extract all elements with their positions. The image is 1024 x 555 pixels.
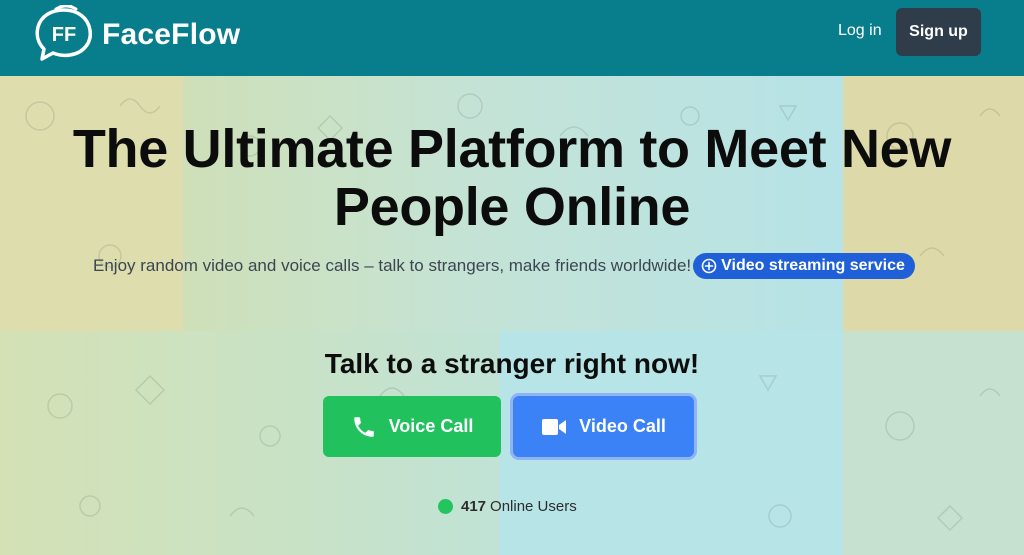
- video-camera-icon: [542, 418, 567, 435]
- online-users-indicator: 417 Online Users: [438, 498, 577, 515]
- online-dot-icon: [438, 499, 453, 514]
- signup-button[interactable]: Sign up: [896, 8, 981, 56]
- phone-icon: [353, 416, 374, 437]
- badge-label: Video streaming service: [721, 257, 905, 274]
- video-call-button[interactable]: Video Call: [513, 396, 694, 457]
- online-count: 417: [461, 498, 487, 515]
- page-title: The Ultimate Platform to Meet New People…: [72, 119, 952, 237]
- hero-subtitle: Enjoy random video and voice calls – tal…: [93, 256, 692, 275]
- video-streaming-badge[interactable]: Video streaming service: [693, 253, 915, 279]
- voice-call-button[interactable]: Voice Call: [323, 396, 501, 457]
- hero-subtitle-row: Enjoy random video and voice calls – tal…: [93, 253, 915, 279]
- online-label: Online Users: [490, 498, 577, 515]
- cta-heading: Talk to a stranger right now!: [324, 348, 700, 379]
- plus-circle-icon: [701, 258, 717, 274]
- video-call-label: Video Call: [579, 416, 666, 436]
- brand-logo[interactable]: FF FaceFlow: [34, 5, 240, 63]
- login-link[interactable]: Log in: [838, 22, 882, 40]
- voice-call-label: Voice Call: [388, 416, 474, 436]
- brand-name: FaceFlow: [102, 18, 241, 51]
- faceflow-logo-icon: FF: [35, 5, 93, 61]
- top-navbar: FF FaceFlow Log in Sign up: [0, 0, 1024, 76]
- logo-letters: FF: [52, 24, 76, 46]
